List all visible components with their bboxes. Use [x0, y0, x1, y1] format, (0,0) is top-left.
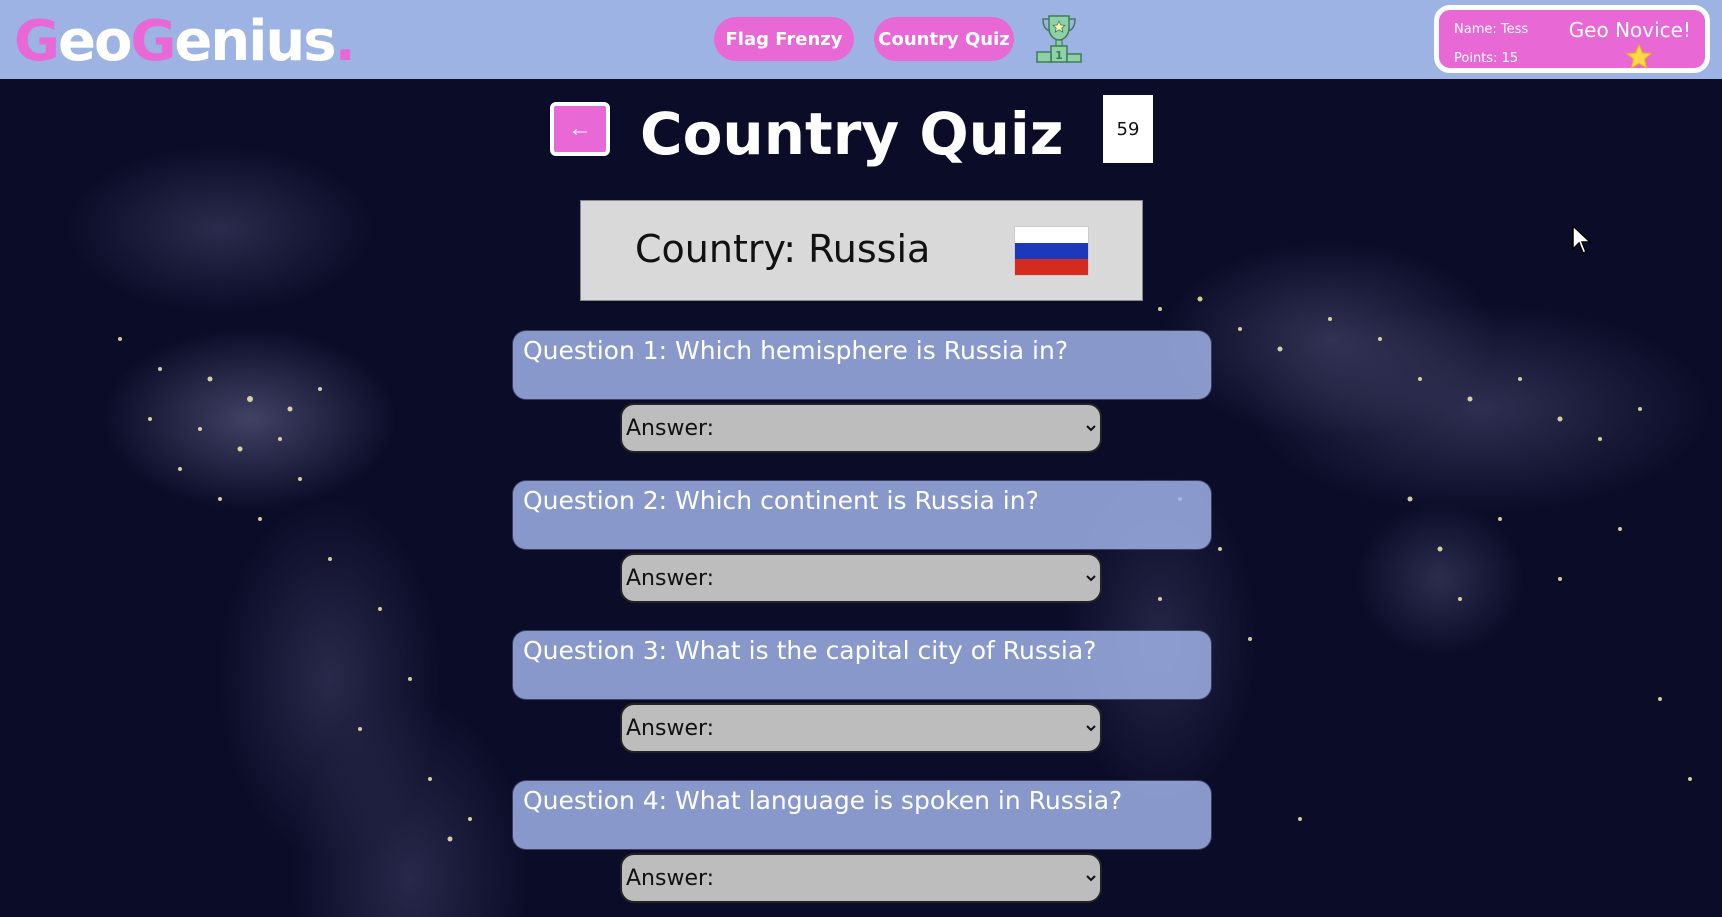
- nav-flag-frenzy-button[interactable]: Flag Frenzy: [714, 17, 854, 61]
- answer-select-3[interactable]: Answer:: [620, 703, 1102, 753]
- geogenius-logo[interactable]: GeoGenius.: [14, 6, 356, 78]
- back-button[interactable]: ←: [550, 102, 610, 156]
- profile-rank: Geo Novice!: [1568, 18, 1691, 42]
- question-4: Question 4: What language is spoken in R…: [512, 780, 1212, 850]
- country-label: Country: Russia: [635, 227, 931, 271]
- question-3: Question 3: What is the capital city of …: [512, 630, 1212, 700]
- answer-select-2[interactable]: Answer:: [620, 553, 1102, 603]
- trophy-icon[interactable]: 1: [1034, 12, 1084, 64]
- profile-name: Name: Tess: [1454, 22, 1529, 37]
- answer-select-4[interactable]: Answer:: [620, 853, 1102, 903]
- nav-country-quiz-button[interactable]: Country Quiz: [874, 17, 1014, 61]
- countdown-timer: 59: [1103, 95, 1153, 163]
- mouse-cursor-icon: [1572, 225, 1592, 254]
- profile-card[interactable]: Name: Tess Points: 15 Geo Novice!: [1434, 5, 1710, 73]
- svg-text:1: 1: [1055, 49, 1063, 62]
- question-1: Question 1: Which hemisphere is Russia i…: [512, 330, 1212, 400]
- russia-flag-icon: [1014, 226, 1089, 276]
- profile-points: Points: 15: [1454, 51, 1519, 66]
- question-2: Question 2: Which continent is Russia in…: [512, 480, 1212, 550]
- page-title: Country Quiz: [640, 100, 1064, 168]
- answer-select-1[interactable]: Answer:: [620, 403, 1102, 453]
- top-header: GeoGenius. Flag Frenzy Country Quiz 1 Na…: [0, 0, 1722, 79]
- star-icon: [1625, 43, 1653, 70]
- country-card: Country: Russia: [580, 200, 1143, 301]
